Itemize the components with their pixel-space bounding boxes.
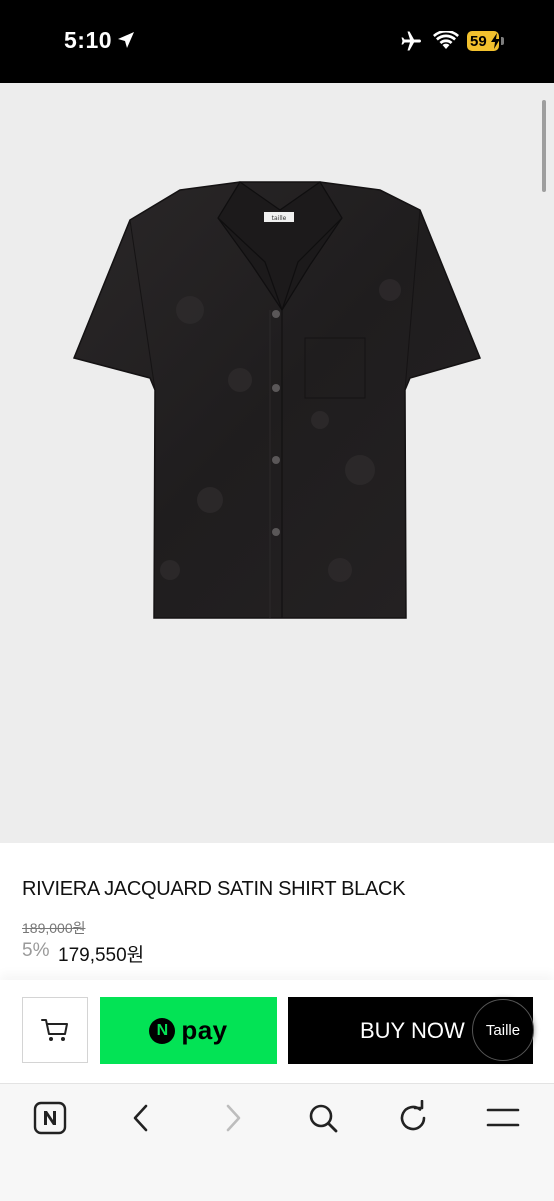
battery-indicator: 59: [467, 31, 500, 51]
scroll-indicator[interactable]: [542, 100, 546, 192]
buy-now-label: BUY NOW: [360, 1017, 465, 1043]
browser-toolbar: [0, 1083, 554, 1201]
airplane-icon: [401, 31, 421, 51]
cart-icon: [41, 1019, 68, 1041]
naver-home-icon[interactable]: [32, 1100, 68, 1136]
original-price: 189,000원: [22, 920, 86, 936]
search-icon[interactable]: [306, 1100, 340, 1136]
shirt-image: taille: [72, 181, 482, 619]
battery-cap: [501, 37, 504, 45]
cart-button[interactable]: [22, 997, 88, 1063]
npay-button[interactable]: N pay: [100, 997, 277, 1064]
taille-label: Taille: [485, 1021, 521, 1039]
npay-label: pay: [181, 1015, 228, 1045]
battery-level: 59: [470, 32, 487, 50]
battery-charging-icon: [491, 33, 500, 49]
wifi-icon: [433, 31, 459, 49]
back-icon[interactable]: [126, 1100, 156, 1136]
forward-icon[interactable]: [218, 1100, 248, 1136]
status-bar: 5:10 59: [0, 0, 554, 83]
status-time: 5:10: [64, 27, 113, 53]
taille-chat-button[interactable]: Taille: [472, 999, 534, 1061]
svg-text:taille: taille: [272, 215, 287, 222]
product-title: RIVIERA JACQUARD SATIN SHIRT BLACK: [22, 878, 406, 900]
refresh-icon[interactable]: [397, 1100, 431, 1136]
npay-badge: N: [149, 1017, 176, 1044]
sale-price: 179,550원: [58, 945, 145, 966]
discount-rate: 5%: [22, 940, 50, 961]
location-arrow-icon: [118, 32, 134, 48]
menu-icon[interactable]: [486, 1100, 520, 1136]
